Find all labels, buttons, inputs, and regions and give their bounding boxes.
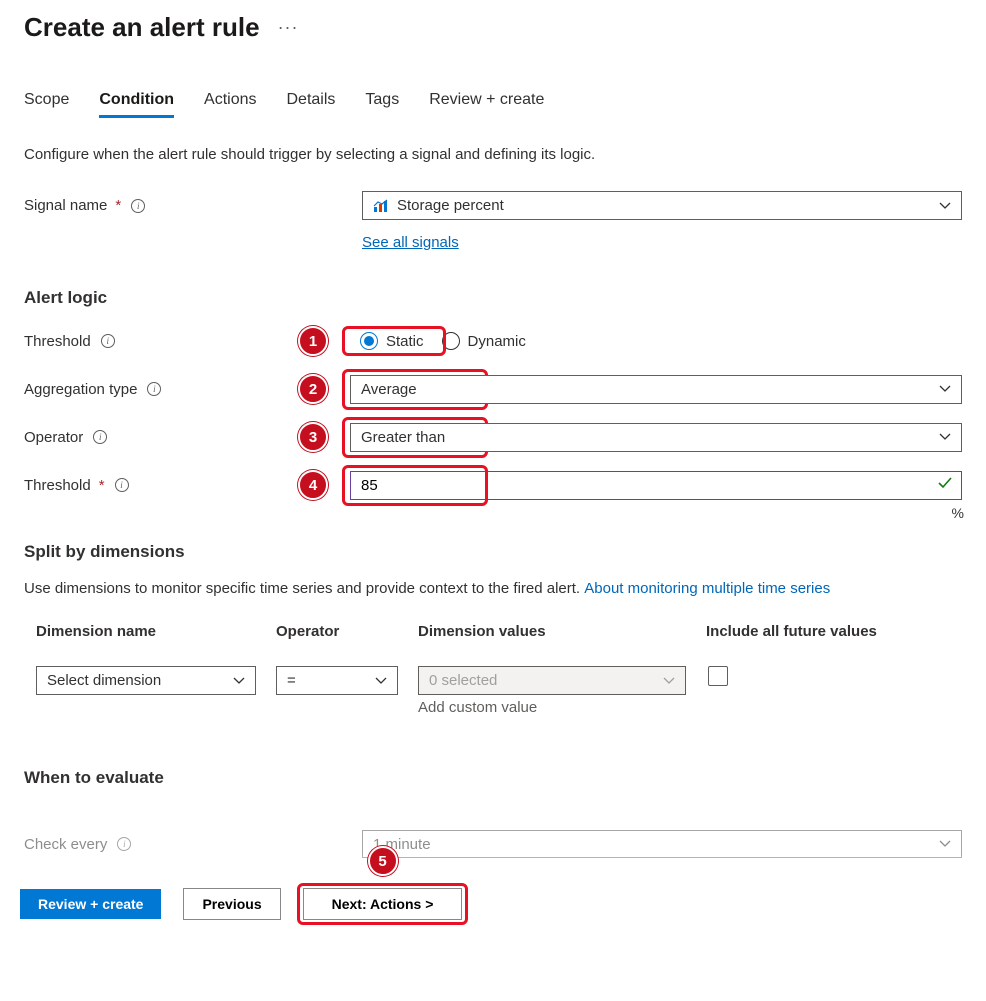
chevron-down-icon bbox=[939, 385, 951, 393]
page-title: Create an alert rule bbox=[24, 12, 260, 43]
split-description: Use dimensions to monitor specific time … bbox=[24, 580, 962, 597]
tab-tags[interactable]: Tags bbox=[365, 85, 399, 117]
signal-name-label: Signal name bbox=[24, 197, 107, 214]
signal-name-value: Storage percent bbox=[397, 197, 504, 214]
chevron-down-icon bbox=[375, 677, 387, 685]
footer-buttons: Review + create Previous 5 Next: Actions… bbox=[20, 880, 966, 920]
split-heading: Split by dimensions bbox=[24, 542, 962, 562]
info-icon[interactable]: i bbox=[101, 334, 115, 348]
callout-badge-2: 2 bbox=[298, 374, 328, 404]
evaluate-heading: When to evaluate bbox=[24, 768, 962, 788]
required-asterisk: * bbox=[115, 197, 121, 214]
threshold-static-radio[interactable]: Static bbox=[360, 332, 424, 350]
alert-logic-heading: Alert logic bbox=[24, 288, 962, 308]
dimension-name-value: Select dimension bbox=[47, 672, 161, 689]
signal-name-select[interactable]: Storage percent bbox=[362, 191, 962, 220]
operator-select[interactable]: Greater than bbox=[350, 423, 962, 452]
chevron-down-icon bbox=[939, 840, 951, 848]
callout-badge-4: 4 bbox=[298, 470, 328, 500]
info-icon[interactable]: i bbox=[147, 382, 161, 396]
aggregation-label: Aggregation type bbox=[24, 381, 137, 398]
tab-actions[interactable]: Actions bbox=[204, 85, 256, 117]
info-icon[interactable]: i bbox=[131, 199, 145, 213]
check-every-label: Check every bbox=[24, 836, 107, 853]
info-icon[interactable]: i bbox=[115, 478, 129, 492]
operator-value: Greater than bbox=[361, 429, 445, 446]
add-custom-value-link[interactable]: Add custom value bbox=[418, 699, 686, 716]
aggregation-type-value: Average bbox=[361, 381, 417, 398]
col-include-future: Include all future values bbox=[706, 623, 950, 640]
required-asterisk: * bbox=[99, 477, 105, 494]
dimension-row: Select dimension = 0 selected Add custom… bbox=[24, 666, 962, 716]
col-dimension-values: Dimension values bbox=[418, 623, 686, 640]
threshold-unit: % bbox=[952, 505, 964, 521]
threshold-static-label: Static bbox=[386, 333, 424, 350]
see-all-signals-link[interactable]: See all signals bbox=[362, 234, 459, 251]
dimensions-table-header: Dimension name Operator Dimension values… bbox=[24, 615, 962, 648]
radio-checked-icon bbox=[360, 332, 378, 350]
callout-badge-1: 1 bbox=[298, 326, 328, 356]
dimension-operator-select[interactable]: = bbox=[276, 666, 398, 695]
info-icon[interactable]: i bbox=[93, 430, 107, 444]
include-future-checkbox[interactable] bbox=[708, 666, 728, 686]
threshold-type-label: Threshold bbox=[24, 333, 91, 350]
dimension-values-select[interactable]: 0 selected bbox=[418, 666, 686, 695]
radio-unchecked-icon bbox=[442, 332, 460, 350]
chevron-down-icon bbox=[663, 677, 675, 685]
aggregation-type-select[interactable]: Average bbox=[350, 375, 962, 404]
tab-review[interactable]: Review + create bbox=[429, 85, 544, 117]
previous-button[interactable]: Previous bbox=[183, 888, 280, 920]
split-desc-text: Use dimensions to monitor specific time … bbox=[24, 580, 584, 597]
check-icon bbox=[938, 476, 952, 494]
threshold-value-input[interactable] bbox=[350, 471, 962, 500]
operator-label: Operator bbox=[24, 429, 83, 446]
callout-badge-3: 3 bbox=[298, 422, 328, 452]
metric-icon bbox=[373, 199, 389, 213]
tab-details[interactable]: Details bbox=[286, 85, 335, 117]
tab-scope[interactable]: Scope bbox=[24, 85, 69, 117]
chevron-down-icon bbox=[939, 433, 951, 441]
info-icon[interactable]: i bbox=[117, 837, 131, 851]
review-create-button[interactable]: Review + create bbox=[20, 889, 161, 919]
threshold-dynamic-radio[interactable]: Dynamic bbox=[442, 332, 526, 350]
about-monitoring-link[interactable]: About monitoring multiple time series bbox=[584, 580, 830, 597]
more-menu-icon[interactable]: ··· bbox=[278, 17, 299, 38]
threshold-dynamic-label: Dynamic bbox=[468, 333, 526, 350]
tab-description: Configure when the alert rule should tri… bbox=[24, 146, 962, 163]
callout-badge-5: 5 bbox=[368, 846, 398, 876]
next-actions-button[interactable]: Next: Actions > bbox=[303, 888, 463, 920]
chevron-down-icon bbox=[233, 677, 245, 685]
tab-bar: Scope Condition Actions Details Tags Rev… bbox=[24, 85, 962, 118]
dimension-operator-value: = bbox=[287, 672, 296, 689]
col-operator: Operator bbox=[276, 623, 398, 640]
dimension-name-select[interactable]: Select dimension bbox=[36, 666, 256, 695]
tab-condition[interactable]: Condition bbox=[99, 85, 174, 117]
chevron-down-icon bbox=[939, 202, 951, 210]
threshold-value-label: Threshold bbox=[24, 477, 91, 494]
dimension-values-value: 0 selected bbox=[429, 672, 497, 689]
col-dimension-name: Dimension name bbox=[36, 623, 256, 640]
